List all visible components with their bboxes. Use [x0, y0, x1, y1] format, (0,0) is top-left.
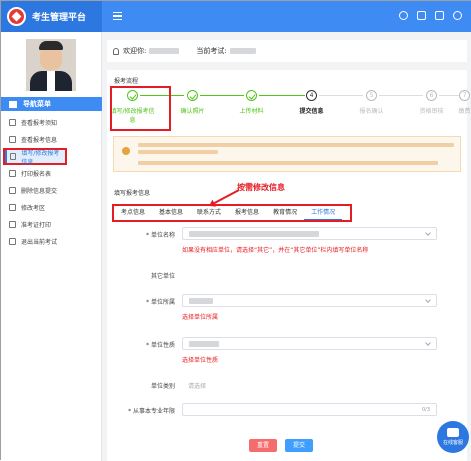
- field-label: * 从事本专业年限: [128, 408, 175, 415]
- tab-contact[interactable]: 联系方式: [190, 206, 228, 220]
- form-title: 填写报考信息: [114, 190, 151, 197]
- welcome-bar: 欢迎你: 当前考试:: [107, 40, 467, 62]
- field-label: 其它单位: [150, 273, 175, 280]
- top-bar: 考生管理平台: [1, 1, 471, 32]
- bell-icon[interactable]: [399, 11, 408, 20]
- reset-button[interactable]: 重置: [249, 439, 277, 452]
- step-4: 4 提交信息: [289, 90, 334, 115]
- sidebar-item-delete[interactable]: 删除信息提交: [1, 182, 102, 199]
- submit-button[interactable]: 提交: [285, 439, 313, 452]
- chat-button[interactable]: 在线客服: [437, 421, 469, 453]
- unit-nature-select[interactable]: [182, 337, 437, 350]
- unit-name-select[interactable]: [182, 227, 437, 240]
- avatar: [26, 39, 76, 91]
- chevron-down-icon: [425, 340, 431, 346]
- chat-icon: [447, 428, 459, 437]
- tab-exam-site[interactable]: 考点信息: [114, 206, 152, 220]
- step-5: 5 报名确认: [349, 90, 394, 115]
- step-label: 确认照片: [180, 108, 205, 115]
- exit-icon: [9, 238, 16, 245]
- highlight-step-1: [110, 86, 171, 131]
- step-2: 确认照片: [170, 90, 215, 115]
- refresh-icon: [9, 204, 16, 211]
- sidebar-item-view-info[interactable]: 查看报考信息: [1, 131, 102, 148]
- sidebar-item-label: 打印报名表: [21, 171, 52, 178]
- field-label: 单位类别: [150, 383, 175, 390]
- char-counter: 0/3: [421, 407, 430, 413]
- user-icon[interactable]: [453, 11, 462, 20]
- sidebar-item-print-form[interactable]: 打印报名表: [1, 165, 102, 182]
- main-content: 欢迎你: 当前考试: 报考流程 填写/修改报考信息 确认照片 上传材料 4 提交信…: [102, 32, 471, 461]
- step-7: 7 缴费: [442, 90, 471, 115]
- unit-type-placeholder: 请选择: [188, 383, 207, 390]
- tab-application[interactable]: 报考信息: [228, 206, 266, 220]
- years-input[interactable]: 0/3: [182, 403, 437, 416]
- field-label: * 单位名称: [146, 232, 175, 239]
- form-panel: 填写报考信息 按需修改信息 考点信息 基本信息 联系方式 报考信息 教育情况 工…: [107, 182, 467, 461]
- document-icon: [9, 119, 16, 126]
- chevron-down-icon: [425, 230, 431, 236]
- field-label: * 单位性质: [146, 342, 175, 349]
- sidebar-item-notice[interactable]: 查看报考须知: [1, 114, 102, 131]
- menu-icon: [9, 100, 17, 108]
- unit-affil-select[interactable]: [182, 294, 437, 307]
- current-exam-label: 当前考试:: [196, 47, 227, 55]
- sidebar-item-label: 填写/修改报考信息: [21, 149, 60, 166]
- sidebar-item-edit-info[interactable]: 填写/修改报考信息: [3, 148, 67, 166]
- sidebar: 导航菜单 查看报考须知 查看报考信息 填写/修改报考信息 打印报名表 删除信息提…: [1, 32, 102, 461]
- other-unit-input[interactable]: [182, 268, 437, 281]
- sidebar-item-label: 准考证打印: [21, 222, 52, 229]
- step-label: 报名确认: [359, 108, 384, 115]
- menu-header-label: 导航菜单: [23, 100, 51, 108]
- print-icon: [9, 221, 16, 228]
- grid-icon[interactable]: [417, 11, 426, 20]
- app-root: 考生管理平台 导航菜单 查看报考须知 查看报考信息 填写/修改报考信息 打印报名…: [1, 1, 471, 461]
- tab-education[interactable]: 教育情况: [266, 206, 304, 220]
- process-title: 报考流程: [114, 78, 139, 85]
- tab-basic[interactable]: 基本信息: [152, 206, 190, 220]
- form-buttons: 重置 提交: [249, 439, 313, 452]
- form-tabs: 考点信息 基本信息 联系方式 报考信息 教育情况 工作情况: [112, 204, 352, 222]
- document-icon: [9, 136, 16, 143]
- step-3: 上传材料: [229, 90, 274, 115]
- annotation-text: 按需修改信息: [237, 183, 285, 192]
- menu-toggle-icon[interactable]: [113, 12, 122, 20]
- sidebar-item-label: 查看报考须知: [21, 120, 58, 127]
- delete-icon: [9, 187, 16, 194]
- print-icon: [9, 170, 16, 177]
- tab-work[interactable]: 工作情况: [304, 206, 343, 220]
- edit-icon: [10, 153, 17, 160]
- notice-banner: [113, 136, 461, 172]
- unit-affil-error: 选择单位所属: [182, 314, 219, 321]
- sidebar-item-label: 修改考区: [21, 205, 46, 212]
- sidebar-item-label: 删除信息提交: [21, 188, 58, 195]
- sidebar-item-change-area[interactable]: 修改考区: [1, 199, 102, 216]
- welcome-greeting: 欢迎你:: [123, 47, 147, 55]
- step-label: 上传材料: [239, 108, 264, 115]
- menu-header: 导航菜单: [1, 97, 102, 111]
- sidebar-item-admission[interactable]: 准考证打印: [1, 216, 102, 233]
- logo: 考生管理平台: [1, 1, 102, 32]
- step-label: 缴费: [458, 108, 471, 115]
- warning-icon: [122, 147, 130, 155]
- fullscreen-icon[interactable]: [435, 11, 444, 20]
- logo-emblem-icon: [7, 7, 26, 26]
- app-title: 考生管理平台: [32, 13, 87, 23]
- chat-label: 在线客服: [442, 440, 463, 446]
- sidebar-item-exit[interactable]: 退出当前考试: [1, 233, 102, 250]
- redacted-exam: [229, 48, 256, 54]
- sidebar-item-label: 查看报考信息: [21, 137, 58, 144]
- field-label: * 单位所属: [146, 299, 175, 306]
- unit-name-hint: 如果没有相应单位，请选择“其它”，并在“其它单位”栏内填写单位名称: [182, 247, 369, 254]
- user-icon: [113, 47, 119, 55]
- step-label: 提交信息: [299, 108, 324, 115]
- process-panel: 报考流程 填写/修改报考信息 确认照片 上传材料 4 提交信息 5 报名确认 6 资格…: [107, 70, 471, 183]
- top-icons: [399, 11, 462, 20]
- chevron-down-icon: [425, 297, 431, 303]
- sidebar-item-label: 退出当前考试: [21, 239, 58, 246]
- sidebar-menu: 查看报考须知 查看报考信息 填写/修改报考信息 打印报名表 删除信息提交 修改考…: [1, 114, 102, 250]
- unit-type-select[interactable]: 请选择: [182, 378, 437, 391]
- unit-nature-error: 选择单位性质: [182, 357, 219, 364]
- redacted-name: [149, 48, 180, 54]
